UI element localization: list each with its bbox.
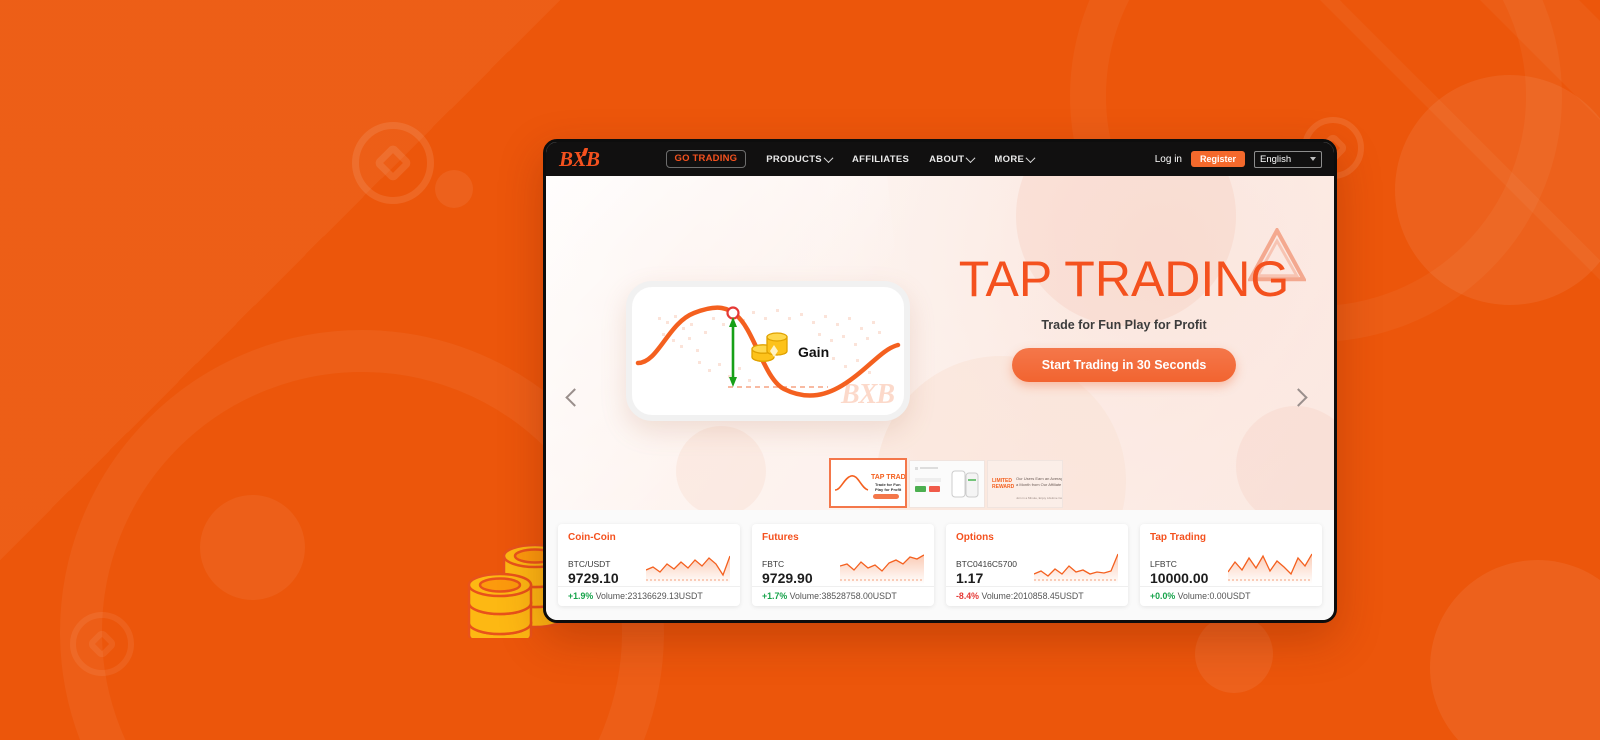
hero-blob — [676, 426, 766, 516]
nav-go-trading-button[interactable]: GO TRADING — [665, 150, 747, 168]
background-circle — [435, 170, 473, 208]
ticker-volume: Volume:0.00USDT — [1177, 591, 1251, 601]
ticker-footer: -8.4% Volume:2010858.45USDT — [946, 586, 1128, 606]
nav-item-affiliates-label: AFFILIATES — [851, 153, 910, 165]
ticker-card[interactable]: Coin-Coin BTC/USDT 9729.10 +1.9% Volume:… — [558, 524, 740, 606]
svg-text:a Month from Our Affiliate: a Month from Our Affiliate — [1016, 482, 1062, 487]
ticker-volume: Volume:38528758.00USDT — [789, 591, 897, 601]
background-circle — [1195, 615, 1273, 693]
ticker-category: Tap Trading — [1150, 532, 1206, 543]
ticker-sparkline — [646, 555, 730, 584]
ticker-price: 1.17 — [956, 569, 984, 586]
ticker-price: 9729.10 — [568, 569, 619, 586]
nav-item-products[interactable]: PRODUCTS — [766, 152, 834, 165]
svg-text:Our Users Earn an Average: Our Users Earn an Average — [1016, 476, 1062, 481]
nav-actions: Log in Register English — [1155, 150, 1322, 168]
ticker-footer: +1.7% Volume:38528758.00USDT — [752, 586, 934, 606]
ticker-change: +1.7% — [762, 591, 788, 601]
hero-blob — [1236, 406, 1334, 516]
coin-glyph-icon — [352, 122, 434, 204]
ticker-footer: +0.0% Volume:0.00USDT — [1140, 586, 1322, 606]
logo-text: BXB — [559, 146, 600, 171]
ticker-symbol: BTC/USDT — [568, 558, 611, 569]
register-button[interactable]: Register — [1190, 150, 1245, 168]
chevron-down-icon — [1025, 152, 1036, 163]
ticker-symbol: LFBTC — [1150, 558, 1177, 569]
chevron-down-icon — [965, 152, 976, 163]
phone-side-button — [626, 329, 631, 365]
ticker-symbol: FBTC — [762, 558, 785, 569]
ticker-card[interactable]: Futures FBTC 9729.90 +1.7% Volume:385287… — [752, 524, 934, 606]
carousel-thumb-3[interactable]: LIMITED REWARD Our Users Earn an Average… — [987, 460, 1063, 508]
ticker-category: Coin-Coin — [568, 532, 616, 543]
gain-label: Gain — [798, 344, 829, 360]
phone-watermark: BXB — [840, 379, 895, 410]
ticker-sparkline — [840, 554, 924, 584]
svg-text:TAP TRADIN: TAP TRADIN — [871, 474, 905, 481]
ticker-body: BTC/USDT 9729.10 — [568, 547, 730, 586]
carousel-prev-button[interactable] — [565, 388, 588, 411]
ticker-category: Options — [956, 532, 994, 543]
site-logo[interactable]: BXB — [559, 146, 600, 171]
ticker-card[interactable]: Tap Trading LFBTC 10000.00 +0.0% Volume:… — [1140, 524, 1322, 606]
svg-text:REWARD: REWARD — [992, 484, 1015, 490]
language-selector-value: English — [1260, 153, 1292, 165]
language-selector[interactable]: English — [1254, 150, 1322, 168]
svg-text:Play for Profit: Play for Profit — [875, 487, 902, 492]
nav-item-about-label: ABOUT — [929, 153, 965, 165]
ticker-symbol: BTC0416C5700 — [956, 558, 1017, 569]
ticker-category: Futures — [762, 532, 799, 543]
ticker-change: +1.9% — [568, 591, 594, 601]
ticker-card[interactable]: Options BTC0416C5700 1.17 -8.4% Volume:2… — [946, 524, 1128, 606]
nav-item-more[interactable]: MORE — [994, 152, 1036, 165]
thumb-3-art: LIMITED REWARD Our Users Earn an Average… — [988, 461, 1062, 507]
chevron-down-icon — [1310, 157, 1316, 161]
nav-item-about[interactable]: ABOUT — [929, 152, 976, 165]
carousel-thumbnails: TAP TRADIN Trade for Fun Play for Profit — [829, 458, 1063, 508]
hero-subtitle: Trade for Fun Play for Profit — [1041, 318, 1207, 332]
hero-carousel: Gain BXB TAP TRADING Trade for Fun Play … — [546, 176, 1334, 516]
ticker-body: BTC0416C5700 1.17 — [956, 547, 1118, 586]
hero-copy: TAP TRADING Trade for Fun Play for Profi… — [944, 254, 1304, 382]
ticker-volume: Volume:23136629.13USDT — [595, 591, 703, 601]
carousel-thumb-1[interactable]: TAP TRADIN Trade for Fun Play for Profit — [829, 458, 907, 508]
chevron-right-icon — [1289, 388, 1308, 407]
hero-title: TAP TRADING — [958, 251, 1290, 307]
start-trading-button[interactable]: Start Trading in 30 Seconds — [1011, 348, 1237, 382]
login-link[interactable]: Log in — [1155, 154, 1182, 165]
ticker-price: 10000.00 — [1150, 569, 1209, 586]
carousel-thumb-2[interactable] — [909, 460, 985, 508]
market-ticker-row: Coin-Coin BTC/USDT 9729.10 +1.9% Volume:… — [546, 510, 1334, 620]
chevron-left-icon — [565, 388, 584, 407]
thumb-1-art: TAP TRADIN Trade for Fun Play for Profit — [831, 460, 905, 506]
ticker-sparkline — [1034, 553, 1118, 584]
browser-window: BXB GO TRADING PRODUCTS AFFILIATES ABOUT… — [543, 139, 1337, 623]
ticker-body: LFBTC 10000.00 — [1150, 547, 1312, 586]
top-navigation-bar: BXB GO TRADING PRODUCTS AFFILIATES ABOUT… — [546, 142, 1334, 176]
ticker-volume: Volume:2010858.45USDT — [981, 591, 1084, 601]
ticker-body: FBTC 9729.90 — [762, 547, 924, 586]
ticker-price: 9729.90 — [762, 569, 813, 586]
svg-text:Join in a Minute, Enjoy Lifeti: Join in a Minute, Enjoy Lifetime Commiss… — [1016, 496, 1062, 500]
background-circle — [1430, 560, 1600, 740]
chevron-down-icon — [823, 152, 834, 163]
ticker-sparkline — [1228, 553, 1312, 584]
nav-item-affiliates[interactable]: AFFILIATES — [852, 154, 909, 165]
phone-mockup: Gain BXB — [626, 281, 910, 421]
nav-item-products-label: PRODUCTS — [766, 153, 822, 165]
carousel-next-button[interactable] — [1289, 388, 1312, 411]
nav-links: GO TRADING PRODUCTS AFFILIATES ABOUT MOR… — [665, 150, 1036, 168]
ticker-change: -8.4% — [956, 591, 979, 601]
coin-glyph-icon — [70, 612, 134, 676]
background-circle — [200, 495, 305, 600]
ticker-change: +0.0% — [1150, 591, 1176, 601]
nav-item-more-label: MORE — [994, 153, 1025, 165]
ticker-footer: +1.9% Volume:23136629.13USDT — [558, 586, 740, 606]
thumb-2-art — [910, 461, 984, 507]
